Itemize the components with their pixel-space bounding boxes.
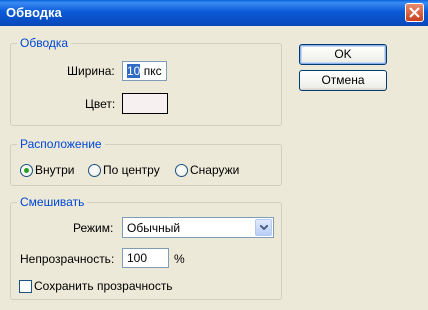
color-label: Цвет: — [85, 97, 116, 111]
position-group-title: Расположение — [20, 137, 102, 151]
close-button[interactable] — [405, 3, 424, 22]
dropdown-arrow-button[interactable] — [255, 219, 272, 236]
opacity-unit: % — [174, 252, 185, 266]
opacity-label: Непрозрачность: — [20, 252, 115, 266]
radio-outside[interactable] — [175, 164, 188, 177]
mode-label: Режим: — [73, 221, 114, 235]
radio-outside-label[interactable]: Снаружи — [190, 163, 239, 177]
blend-mode-value: Обычный — [127, 221, 181, 235]
radio-inside[interactable] — [20, 164, 33, 177]
stroke-dialog: Обводка Обводка Ширина: 10 пкс Цвет: Рас… — [0, 0, 428, 310]
preserve-transparency-label[interactable]: Сохранить прозрачность — [34, 279, 173, 293]
width-unit: пкс — [143, 64, 162, 78]
opacity-input[interactable] — [122, 248, 169, 268]
ok-button[interactable]: OK — [299, 44, 387, 65]
blend-mode-select[interactable]: Обычный — [122, 217, 274, 238]
radio-inside-label[interactable]: Внутри — [35, 163, 75, 177]
radio-center-label[interactable]: По центру — [103, 163, 160, 177]
close-icon — [409, 7, 420, 18]
width-label: Ширина: — [67, 64, 115, 78]
position-group: Расположение — [10, 137, 282, 186]
color-swatch[interactable] — [122, 93, 168, 114]
width-input[interactable]: 10 пкс — [122, 61, 167, 81]
chevron-down-icon — [260, 225, 268, 230]
blend-group-title: Смешивать — [20, 195, 85, 209]
window-title: Обводка — [6, 5, 62, 20]
cancel-button[interactable]: Отмена — [299, 70, 387, 91]
stroke-group-title: Обводка — [20, 36, 69, 50]
title-bar[interactable]: Обводка — [0, 0, 428, 26]
radio-center[interactable] — [88, 164, 101, 177]
preserve-transparency-checkbox[interactable] — [19, 280, 32, 293]
width-value: 10 — [127, 64, 141, 78]
